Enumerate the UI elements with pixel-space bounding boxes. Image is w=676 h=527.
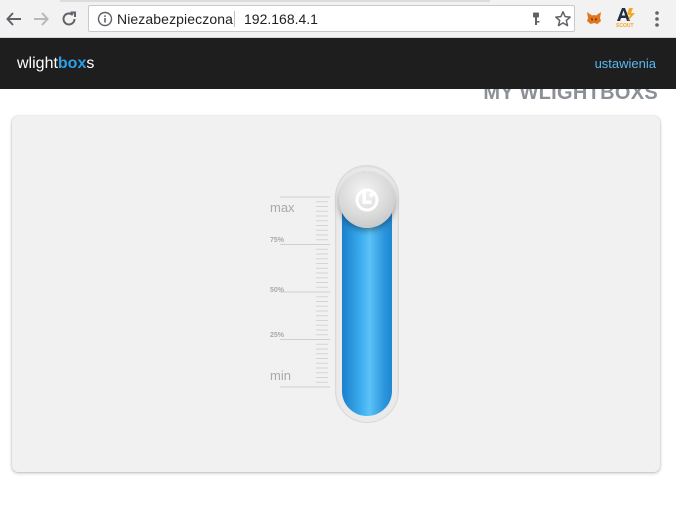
- kebab-menu-icon: [655, 11, 659, 27]
- scale-label-75: 75%: [270, 237, 285, 244]
- reload-button[interactable]: [58, 8, 80, 30]
- brand-part-3: s: [86, 55, 95, 72]
- app-navbar: wlightboxs ustawienia: [0, 38, 676, 89]
- scale-label-min: min: [270, 368, 291, 383]
- security-status-text[interactable]: Niezabezpieczona: [117, 11, 233, 27]
- info-icon[interactable]: [97, 11, 113, 27]
- back-button[interactable]: [3, 8, 25, 30]
- metamask-extension-button[interactable]: [585, 9, 603, 32]
- browser-toolbar: Niezabezpieczona 192.168.4.1 SCOUT: [0, 0, 676, 38]
- tab-strip-edge: [60, 0, 490, 2]
- brightness-slider-handle[interactable]: [339, 172, 395, 228]
- level-scale: max 75% 50% 25% min: [270, 194, 332, 392]
- forward-button[interactable]: [30, 8, 52, 30]
- scale-label-50: 50%: [270, 287, 285, 294]
- arrow-right-icon: [34, 12, 49, 26]
- arrow-left-icon: [6, 12, 21, 26]
- metamask-fox-icon: [587, 12, 601, 24]
- reload-icon: [62, 11, 76, 26]
- bookmark-star-icon[interactable]: [554, 10, 572, 28]
- amazon-scout-extension-button[interactable]: SCOUT: [614, 5, 638, 36]
- brand-logo[interactable]: wlightboxs: [17, 55, 94, 73]
- browser-menu-button[interactable]: [650, 10, 664, 33]
- wlightbox-logo-icon: [355, 188, 379, 212]
- brand-part-1: wlight: [17, 55, 58, 72]
- settings-link[interactable]: ustawienia: [595, 56, 656, 71]
- scale-label-max: max: [270, 200, 295, 215]
- scale-label-25: 25%: [270, 332, 285, 339]
- address-bar[interactable]: Niezabezpieczona 192.168.4.1: [88, 5, 575, 32]
- scout-label: SCOUT: [616, 23, 634, 29]
- address-separator: [234, 11, 235, 27]
- brand-part-2: box: [57, 55, 87, 72]
- url-text[interactable]: 192.168.4.1: [244, 11, 318, 27]
- key-icon[interactable]: [530, 11, 546, 27]
- device-card: max 75% 50% 25% min: [12, 116, 660, 472]
